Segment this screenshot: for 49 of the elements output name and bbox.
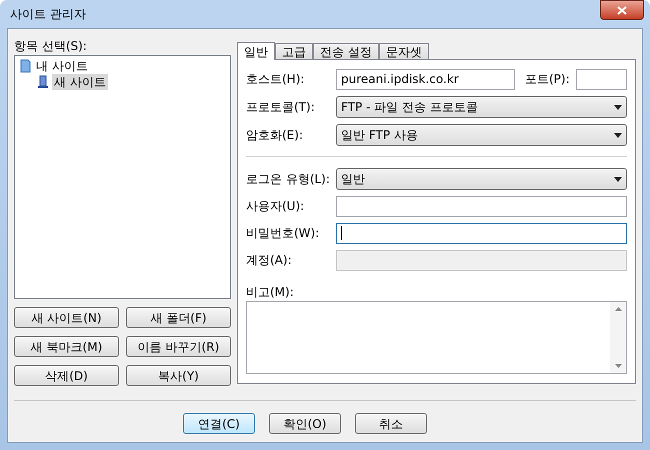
dialog-button[interactable]: 확인(O) bbox=[269, 413, 341, 434]
scrollbar[interactable] bbox=[610, 302, 626, 373]
dialog-button[interactable]: 연결(C) bbox=[183, 413, 255, 434]
dropdown-value: FTP - 파일 전송 프로토콜 bbox=[341, 99, 478, 116]
dialog-button[interactable]: 복사(Y) bbox=[126, 365, 231, 386]
dropdown[interactable]: FTP - 파일 전송 프로토콜 bbox=[336, 96, 627, 118]
dialog-button[interactable]: 새 폴더(F) bbox=[126, 307, 231, 328]
folder-icon bbox=[19, 59, 31, 73]
dialog-button[interactable]: 이름 바꾸기(R) bbox=[126, 336, 231, 357]
tab[interactable]: 일반 bbox=[237, 42, 275, 60]
field-label: 암호화(E): bbox=[246, 127, 304, 144]
scroll-up-icon bbox=[614, 307, 622, 311]
dialog-button[interactable]: 삭제(D) bbox=[14, 365, 119, 386]
field-label: 비밀번호(W): bbox=[246, 225, 320, 242]
text-field[interactable] bbox=[336, 196, 627, 216]
dropdown-value: 일반 FTP 사용 bbox=[341, 127, 418, 144]
field-value: pureani.ipdisk.co.kr bbox=[341, 71, 459, 88]
comments-field[interactable] bbox=[246, 301, 627, 374]
dropdown-value: 일반 bbox=[341, 171, 365, 188]
dropdown-arrow-icon bbox=[614, 176, 622, 182]
field-label: 프로토콜(T): bbox=[246, 99, 316, 116]
field-label: 로그온 유형(L): bbox=[246, 171, 331, 188]
dialog-button[interactable]: 취소 bbox=[355, 413, 427, 434]
tab[interactable]: 고급 bbox=[275, 43, 313, 59]
port-field[interactable] bbox=[576, 68, 627, 90]
field-label: 호스트(H): bbox=[246, 71, 306, 88]
dialog-button[interactable]: 새 북마크(M) bbox=[14, 336, 119, 357]
dropdown[interactable]: 일반 bbox=[336, 168, 627, 190]
text-field[interactable] bbox=[336, 222, 627, 244]
dropdown[interactable]: 일반 FTP 사용 bbox=[336, 124, 627, 146]
tab[interactable]: 전송 설정 bbox=[313, 43, 379, 59]
tree-item[interactable]: 새 사이트 bbox=[52, 74, 108, 90]
scroll-down-icon bbox=[614, 364, 622, 368]
close-icon bbox=[617, 6, 627, 14]
dropdown-arrow-icon bbox=[614, 132, 622, 138]
field-label: 사용자(U): bbox=[246, 198, 306, 215]
field-label: 계정(A): bbox=[246, 252, 293, 269]
tab[interactable]: 문자셋 bbox=[378, 43, 429, 59]
close-button[interactable] bbox=[600, 0, 644, 20]
dropdown-arrow-icon bbox=[614, 104, 622, 110]
field-label: 포트(P): bbox=[525, 71, 571, 88]
tree-label: 항목 선택(S): bbox=[14, 38, 88, 55]
window-title: 사이트 관리자 bbox=[10, 6, 86, 23]
comments-label: 비고(M): bbox=[246, 284, 295, 301]
tree-item[interactable]: 내 사이트 bbox=[34, 58, 90, 74]
text-cursor bbox=[341, 226, 342, 240]
dialog-button[interactable]: 새 사이트(N) bbox=[14, 307, 119, 328]
text-field[interactable]: pureani.ipdisk.co.kr bbox=[336, 68, 515, 90]
computer-icon bbox=[37, 75, 49, 89]
